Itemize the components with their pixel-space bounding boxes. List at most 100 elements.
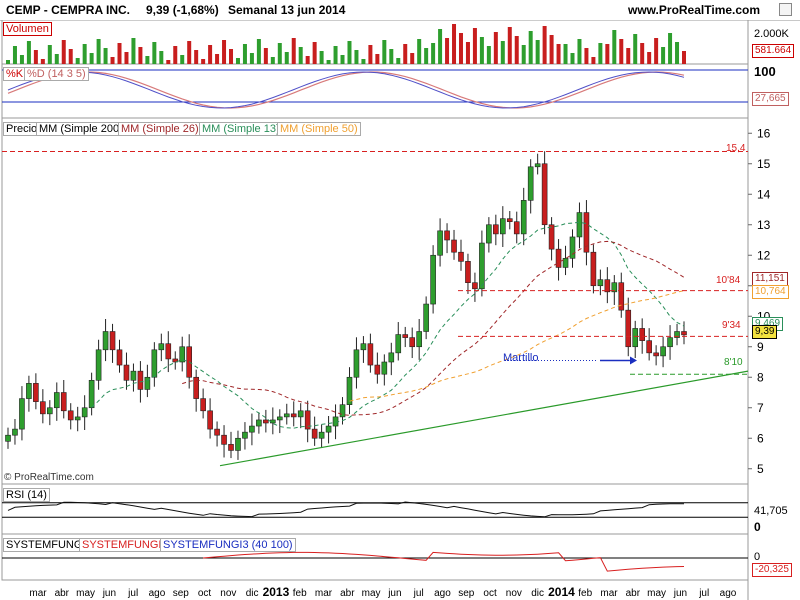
xaxis-label: jun [102, 588, 116, 599]
volume-bar [647, 52, 652, 64]
mm26-label: MM (Simple 26) [118, 122, 202, 136]
volume-bar [291, 38, 296, 64]
candle-body [430, 254, 436, 305]
panel-frame-3 [1, 483, 749, 535]
volume-bar [640, 43, 645, 64]
volume-bar [75, 58, 80, 64]
level-10-84: 10'84 [716, 275, 741, 286]
mm50-badge: 10,764 [752, 285, 789, 299]
volume-bar [633, 34, 638, 64]
volume-bar [180, 55, 185, 64]
candle-body [137, 370, 144, 390]
volume-bar [417, 39, 422, 64]
xaxis-label: mar [315, 588, 333, 599]
candle-body [479, 242, 485, 290]
level-9-34: 9'34 [722, 320, 741, 331]
candle-body [388, 352, 395, 363]
candle-body [562, 258, 569, 268]
candle-body [527, 166, 534, 201]
volume-bar [675, 42, 680, 64]
candle-body [235, 437, 241, 451]
level-8-10: 8'10 [724, 357, 743, 368]
volume-bar [570, 53, 575, 64]
volume-bar [452, 24, 457, 64]
candle-body [95, 349, 102, 381]
volume-bar [242, 44, 247, 64]
volume-bar [12, 46, 17, 64]
candle-body [60, 392, 67, 412]
chart-svg: 1615141312111098765marabrmayjunjulagosep… [1, 20, 771, 600]
candle-body [74, 416, 81, 421]
close-icon[interactable] [779, 3, 792, 16]
candle-body [360, 343, 367, 351]
volume-bar [152, 42, 157, 64]
volume-bar [479, 37, 484, 64]
stoch-d-label: %D (14 3 5) [24, 67, 89, 81]
volume-bar [215, 54, 220, 64]
candle-body [311, 428, 318, 439]
candle-body [395, 334, 402, 354]
mm26-badge: 11,151 [752, 272, 788, 286]
xaxis-label: jun [673, 588, 687, 599]
volume-bar [521, 45, 526, 64]
volume-bar [40, 59, 45, 64]
candle-body [151, 349, 158, 378]
xaxis-label: feb [578, 588, 592, 599]
volume-bar [347, 41, 352, 64]
candle-body [53, 392, 60, 409]
xaxis-label: ago [720, 588, 737, 599]
volume-bar [222, 40, 227, 64]
volume-bar [668, 33, 673, 64]
price-tick-16: 16 [757, 126, 771, 140]
xaxis-label: sep [458, 588, 475, 599]
volume-bar [605, 44, 610, 64]
volume-bar [89, 53, 94, 64]
candle-body [632, 328, 639, 348]
candle-body [374, 364, 381, 375]
stoch-axis-100: 100 [754, 64, 776, 79]
candle-body [47, 407, 53, 415]
sysfungi-zero: 0 [754, 551, 761, 563]
price-tick-6: 6 [757, 431, 764, 445]
candle-body [263, 419, 269, 424]
xaxis-label: mar [29, 588, 47, 599]
volume-bar [110, 57, 115, 64]
candle-body [465, 261, 471, 284]
candle-body [423, 303, 429, 332]
price-change: 9,39 (-1,68%) [146, 3, 219, 17]
volume-bar [277, 43, 282, 64]
volume-bar [26, 41, 31, 64]
volume-label: Volumen [3, 22, 52, 36]
volume-bar [682, 51, 686, 64]
candle-body [165, 343, 172, 360]
candle-body [19, 398, 25, 430]
candle-body [472, 282, 478, 290]
copyright: © ProRealTime.com [4, 472, 94, 483]
candle-body [67, 410, 74, 421]
volume-bar [465, 42, 470, 64]
volume-bar [166, 60, 171, 64]
candle-body [130, 370, 137, 381]
volume-bar [159, 51, 164, 64]
chart-window: CEMP - CEMPRA INC. 9,39 (-1,68%) Semanal… [0, 0, 800, 600]
volume-bar [584, 48, 589, 64]
volume-bar [208, 45, 213, 64]
xaxis-label: 2013 [263, 585, 290, 599]
candle-body [33, 383, 39, 402]
xaxis-label: abr [340, 588, 355, 599]
candle-body [646, 340, 652, 354]
candle-body [109, 331, 116, 351]
candle-body [409, 337, 416, 348]
volume-bar [619, 39, 624, 64]
volume-bar [445, 38, 450, 64]
candle-body [116, 349, 123, 366]
volume-bar [500, 41, 505, 64]
volume-bar [493, 32, 498, 64]
volume-bar [486, 46, 491, 64]
candle-body [493, 224, 499, 235]
candle-body [123, 364, 130, 381]
price-tick-9: 9 [757, 340, 764, 354]
candle-body [297, 410, 304, 418]
volume-bar [19, 55, 24, 64]
candle-body [283, 413, 290, 418]
